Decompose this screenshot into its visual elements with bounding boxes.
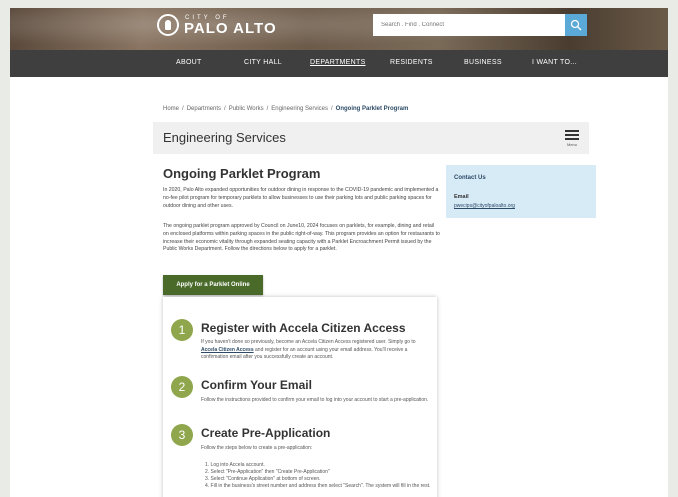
breadcrumb: Home / Departments / Public Works / Engineerin… <box>163 106 409 112</box>
section-title-bar: Engineering Services Menu <box>153 122 589 154</box>
nav-item-city-hall[interactable]: CITY HALL <box>244 59 282 66</box>
list-item: 2. Select "Pre-Application" then "Create… <box>205 469 330 475</box>
intro-paragraph: In 2020, Palo Alto expanded opportunitie… <box>163 187 439 209</box>
search-bar <box>373 14 587 36</box>
step-1-title: Register with Accela Citizen Access <box>201 321 406 335</box>
step-1-description: If you haven't done so previously, becom… <box>201 339 416 360</box>
list-item: 4. Fill in the business's street number … <box>205 483 431 489</box>
breadcrumb-departments[interactable]: Departments <box>187 106 221 112</box>
search-input[interactable] <box>373 14 565 36</box>
nav-item-i-want-to[interactable]: I WANT TO... <box>532 59 577 66</box>
search-button[interactable] <box>565 14 587 36</box>
step-2-title: Confirm Your Email <box>201 378 312 392</box>
page-title: Engineering Services <box>163 130 286 145</box>
menu-label: Menu <box>566 142 577 147</box>
breadcrumb-home[interactable]: Home <box>163 106 179 112</box>
step-2-number: 2 <box>171 376 193 398</box>
step-1-number: 1 <box>171 319 193 341</box>
nav-item-departments[interactable]: DEPARTMENTS <box>310 59 366 66</box>
breadcrumb-engineering-services[interactable]: Engineering Services <box>271 106 328 112</box>
contact-title: Contact Us <box>454 175 486 181</box>
page-frame: CITY OF PALO ALTO ABOUT CITY HALL DEPART… <box>10 8 668 497</box>
step-3-number: 3 <box>171 424 193 446</box>
content-heading: Ongoing Parklet Program <box>163 166 321 181</box>
breadcrumb-public-works[interactable]: Public Works <box>229 106 264 112</box>
logo-big-text: PALO ALTO <box>184 19 277 37</box>
search-icon <box>570 19 582 31</box>
nav-item-residents[interactable]: RESIDENTS <box>390 59 433 66</box>
menu-button[interactable]: Menu <box>565 130 579 147</box>
nav-item-about[interactable]: ABOUT <box>176 59 202 66</box>
city-seal-icon <box>157 14 179 36</box>
apply-parklet-button[interactable]: Apply for a Parklet Online <box>163 275 263 295</box>
steps-panel: 1 Register with Accela Citizen Access If… <box>163 297 437 497</box>
program-paragraph: The ongoing parklet program approved by … <box>163 223 440 253</box>
list-item: 1. Log into Accela account. <box>205 462 265 468</box>
nav-item-business[interactable]: BUSINESS <box>464 59 502 66</box>
breadcrumb-current: Ongoing Parklet Program <box>335 106 409 112</box>
contact-email-label: Email <box>454 194 469 200</box>
contact-email-link[interactable]: pwecips@cityofpaloalto.org <box>454 203 515 209</box>
step-2-description: Follow the instructions provided to conf… <box>201 397 429 403</box>
step-3-description: Follow the steps below to create a pre-a… <box>201 445 313 451</box>
contact-box: Contact Us Email pwecips@cityofpaloalto.… <box>446 165 596 218</box>
city-logo[interactable]: CITY OF PALO ALTO <box>157 14 277 36</box>
step-3-title: Create Pre-Application <box>201 426 331 440</box>
list-item: 3. Select "Continue Application" at bott… <box>205 476 321 482</box>
hamburger-icon <box>565 130 579 140</box>
step-3-list: 1. Log into Accela account. 2. Select "P… <box>205 462 433 490</box>
main-nav: ABOUT CITY HALL DEPARTMENTS RESIDENTS BU… <box>10 50 668 77</box>
accela-citizen-access-link[interactable]: Accela Citizen Access <box>201 347 254 353</box>
